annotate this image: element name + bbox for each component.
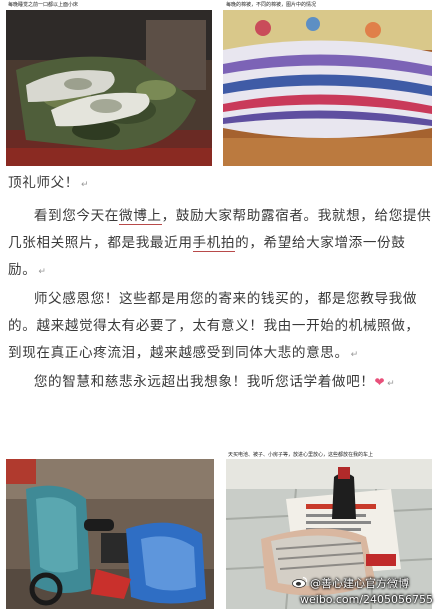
heart-icon: ❤ [374, 375, 386, 389]
underlined-weibo: 微博上 [119, 208, 162, 225]
photo-caption-top-left: 每晚睡觉之前一口都以上面小床 [8, 2, 79, 8]
photo-quilt [223, 10, 432, 166]
letter-body: 顶礼师父！ ↵ 看到您今天在微博上，鼓励大家帮助露宿者。我就想，给您提供几张相关照… [8, 170, 432, 398]
weibo-watermark-url: weibo.com/2405056755 [300, 593, 434, 606]
photo-caption-top-right: 每晚的棉被，不同的棉被，图片中的情况 [226, 2, 317, 8]
letter-paragraph-2: 师父感恩您！这些都是用您的寄来的钱买的，都是您教导我做的。越来越觉得太有必要了，… [8, 291, 420, 361]
photo-caption-bottom-right: 天买电池、被子、小房子等，放进心里放心，这些都放在我的车上 [228, 452, 374, 458]
photo-tricycle [6, 459, 214, 609]
photo-shoes [6, 10, 212, 166]
letter-greeting: 顶礼师父！ ↵ [8, 175, 90, 191]
underlined-phone: 手机拍 [192, 235, 236, 252]
weibo-icon [292, 576, 308, 588]
letter-paragraph-3: 您的智慧和慈悲永远超出我想象！我听您话学着做吧！❤ ↵ [33, 374, 396, 390]
letter-paragraph-1: 看到您今天在微博上，鼓励大家帮助露宿者。我就想，给您提供几张相关照片，都是我最近… [8, 208, 432, 278]
weibo-watermark-handle: @善心建心官方微博 [292, 575, 409, 591]
